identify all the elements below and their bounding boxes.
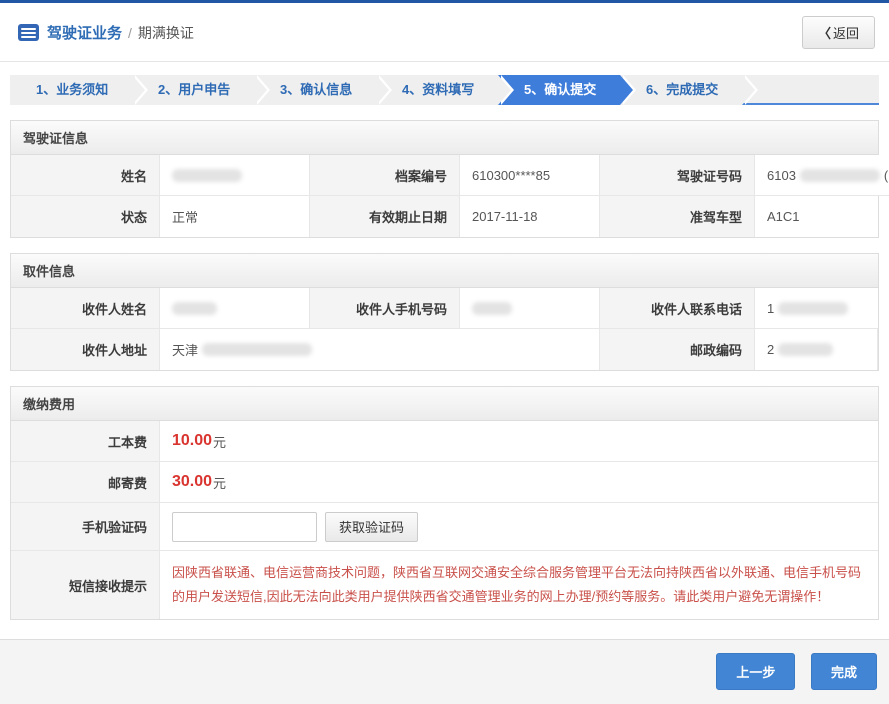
step-label: 3、确认信息 bbox=[280, 82, 352, 97]
production-fee-label: 工本费 bbox=[11, 421, 160, 462]
name-value bbox=[160, 155, 310, 196]
step-5-confirm-submit[interactable]: 5、确认提交 bbox=[498, 75, 620, 105]
recipient-name-value bbox=[160, 288, 310, 329]
license-info-section: 驾驶证信息 姓名 档案编号 610300****85 驾驶证号码 6103( 状… bbox=[10, 120, 879, 238]
production-fee-value: 10.00元 bbox=[160, 421, 878, 462]
sms-code-cell: 获取验证码 bbox=[160, 503, 878, 551]
address-prefix: 天津 bbox=[172, 340, 198, 359]
postcode-label: 邮政编码 bbox=[600, 329, 755, 370]
step-label: 6、完成提交 bbox=[646, 82, 718, 97]
previous-step-button[interactable]: 上一步 bbox=[716, 653, 795, 690]
step-3-confirm-info[interactable]: 3、确认信息 bbox=[254, 75, 376, 105]
recipient-mobile-label: 收件人手机号码 bbox=[310, 288, 460, 329]
expiry-value: 2017-11-18 bbox=[460, 196, 600, 237]
masked-value bbox=[778, 343, 833, 356]
postage-fee-value: 30.00元 bbox=[160, 462, 878, 503]
get-code-button[interactable]: 获取验证码 bbox=[325, 512, 418, 542]
status-label: 状态 bbox=[11, 196, 160, 237]
step-4-fill-data[interactable]: 4、资料填写 bbox=[376, 75, 498, 105]
postage-fee-amount: 30.00 bbox=[172, 473, 212, 491]
masked-value bbox=[472, 302, 512, 315]
file-no-label: 档案编号 bbox=[310, 155, 460, 196]
license-no-prefix: 6103 bbox=[767, 168, 796, 183]
masked-value bbox=[172, 169, 242, 182]
step-6-complete[interactable]: 6、完成提交 bbox=[620, 75, 742, 105]
list-icon bbox=[18, 24, 39, 41]
postcode-value: 2 bbox=[755, 329, 878, 370]
recipient-phone-label: 收件人联系电话 bbox=[600, 288, 755, 329]
vehicle-class-label: 准驾车型 bbox=[600, 196, 755, 237]
recipient-phone-value: 1 bbox=[755, 288, 878, 329]
page-header: 驾驶证业务 / 期满换证 〈返回 bbox=[0, 3, 889, 62]
masked-value bbox=[800, 169, 880, 182]
pickup-info-title: 取件信息 bbox=[11, 254, 878, 288]
payment-section: 缴纳费用 工本费 10.00元 邮寄费 30.00元 手机验证码 获取验证码 短… bbox=[10, 386, 879, 620]
license-info-title: 驾驶证信息 bbox=[11, 121, 878, 155]
step-2-declaration[interactable]: 2、用户申告 bbox=[132, 75, 254, 105]
fee-unit: 元 bbox=[213, 473, 226, 492]
masked-value bbox=[172, 302, 217, 315]
step-label: 1、业务须知 bbox=[36, 82, 108, 97]
back-button-label: 返回 bbox=[833, 26, 859, 41]
recipient-name-label: 收件人姓名 bbox=[11, 288, 160, 329]
masked-value bbox=[202, 343, 312, 356]
license-no-value: 6103 ( bbox=[755, 155, 889, 196]
license-no-suffix: ( bbox=[884, 168, 888, 183]
license-no-label: 驾驶证号码 bbox=[600, 155, 755, 196]
step-1-notice[interactable]: 1、业务须知 bbox=[10, 75, 132, 105]
sms-notice-text: 因陕西省联通、电信运营商技术问题，陕西省互联网交通安全综合服务管理平台无法向持陕… bbox=[160, 551, 878, 619]
step-label: 2、用户申告 bbox=[158, 82, 230, 97]
step-wizard: 1、业务须知 2、用户申告 3、确认信息 4、资料填写 5、确认提交 6、完成提… bbox=[10, 75, 879, 105]
vehicle-class-value: A1C1 bbox=[755, 196, 878, 237]
expiry-label: 有效期止日期 bbox=[310, 196, 460, 237]
breadcrumb-divider: / bbox=[128, 25, 132, 41]
file-no-value: 610300****85 bbox=[460, 155, 600, 196]
sms-code-input[interactable] bbox=[172, 512, 317, 542]
finish-button[interactable]: 完成 bbox=[811, 653, 877, 690]
masked-value bbox=[778, 302, 848, 315]
breadcrumb-current: 期满换证 bbox=[138, 23, 194, 43]
step-label: 4、资料填写 bbox=[402, 82, 474, 97]
recipient-mobile-value bbox=[460, 288, 600, 329]
name-label: 姓名 bbox=[11, 155, 160, 196]
sms-code-label: 手机验证码 bbox=[11, 503, 160, 551]
step-label: 5、确认提交 bbox=[524, 82, 596, 97]
sms-notice-label: 短信接收提示 bbox=[11, 551, 160, 619]
address-label: 收件人地址 bbox=[11, 329, 160, 370]
pickup-info-section: 取件信息 收件人姓名 收件人手机号码 收件人联系电话 1 收件人地址 天津 邮政… bbox=[10, 253, 879, 371]
back-button[interactable]: 〈返回 bbox=[802, 16, 875, 49]
address-value: 天津 bbox=[160, 329, 600, 370]
payment-title: 缴纳费用 bbox=[11, 387, 878, 421]
production-fee-amount: 10.00 bbox=[172, 432, 212, 450]
status-value: 正常 bbox=[160, 196, 310, 237]
recipient-phone-prefix: 1 bbox=[767, 301, 774, 316]
postage-fee-label: 邮寄费 bbox=[11, 462, 160, 503]
page-title: 驾驶证业务 bbox=[47, 22, 122, 43]
footer-bar: 上一步 完成 bbox=[0, 639, 889, 704]
fee-unit: 元 bbox=[213, 432, 226, 451]
chevron-left-icon: 〈 bbox=[818, 26, 831, 41]
postcode-prefix: 2 bbox=[767, 342, 774, 357]
